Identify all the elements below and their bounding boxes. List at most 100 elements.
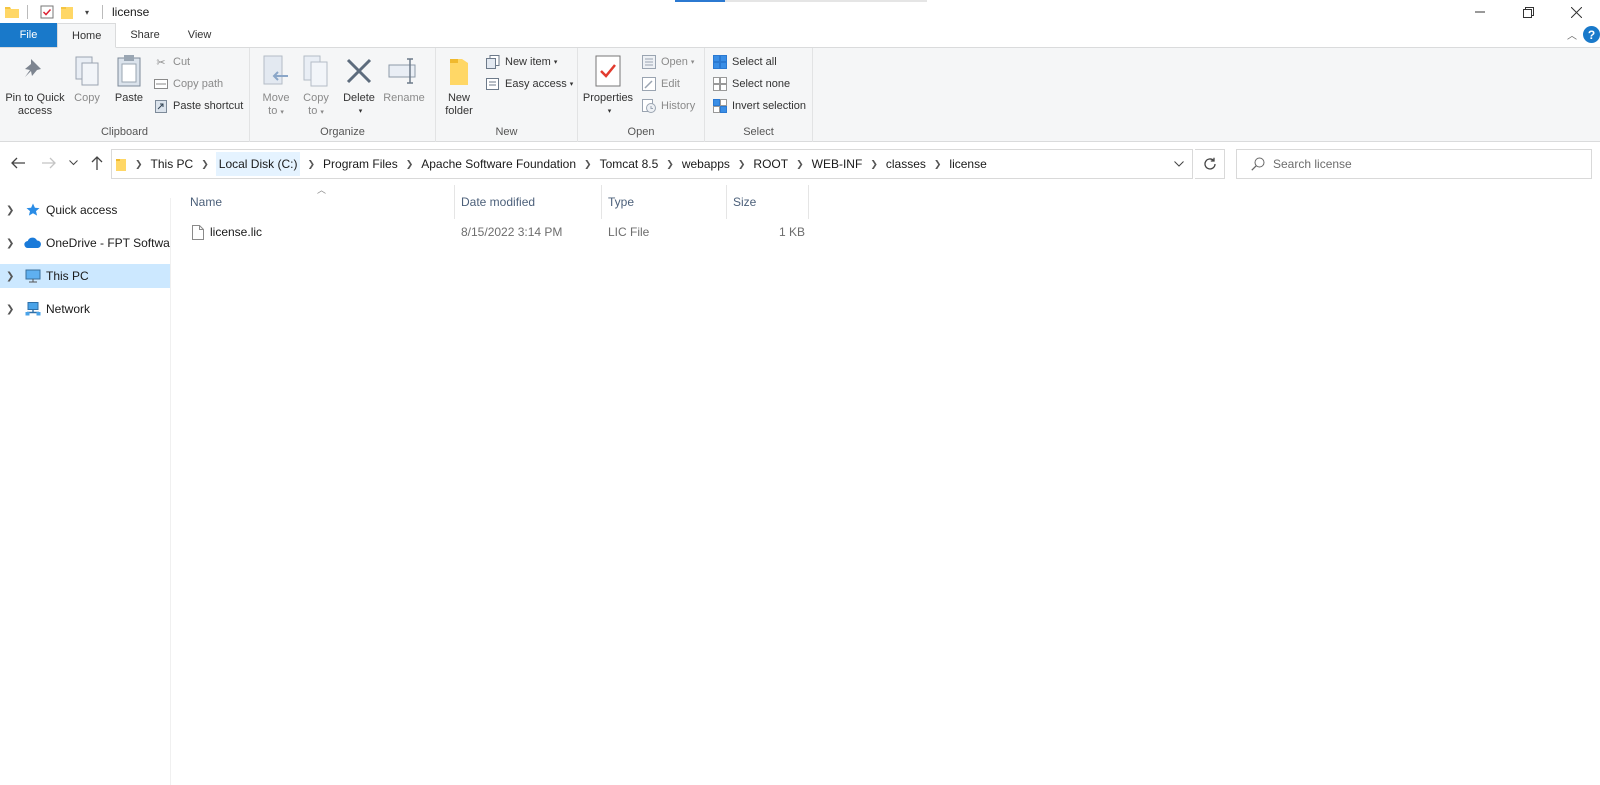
select-all-button[interactable]: Select all	[713, 52, 777, 72]
nav-item-quick-access[interactable]: ❯ Quick access	[0, 198, 170, 222]
breadcrumb-separator-icon[interactable]: ❯	[666, 159, 674, 170]
collapse-ribbon-chevron-icon[interactable]: ︿	[1567, 27, 1577, 42]
tab-home[interactable]: Home	[57, 23, 117, 48]
expand-chevron-icon[interactable]: ❯	[6, 238, 18, 249]
breadcrumb-tomcat[interactable]: Tomcat 8.5	[599, 157, 660, 171]
cut-button[interactable]: ✂ Cut	[154, 52, 190, 72]
column-header-name[interactable]: Name	[184, 185, 455, 219]
copy-icon	[70, 52, 104, 90]
breadcrumb-local-disk[interactable]: Local Disk (C:)	[215, 152, 301, 176]
table-row[interactable]: license.lic 8/15/2022 3:14 PM LIC File 1…	[184, 221, 805, 243]
column-header-type[interactable]: Type	[602, 185, 727, 219]
easy-access-button[interactable]: Easy access ▾	[486, 74, 573, 94]
open-button[interactable]: Open ▾	[642, 52, 694, 72]
move-to-button[interactable]: Move to ▾	[258, 52, 294, 119]
customize-toolbar-chevron-icon[interactable]: ▾	[79, 4, 95, 20]
address-history-chevron-icon[interactable]	[1166, 150, 1192, 178]
breadcrumb-separator-icon[interactable]: ❯	[584, 159, 592, 170]
breadcrumb-separator-icon[interactable]: ❯	[307, 159, 315, 170]
new-folder-button[interactable]: New folder	[442, 52, 476, 118]
refresh-button[interactable]	[1195, 149, 1225, 179]
organize-group-label: Organize	[320, 126, 365, 138]
ribbon-right-controls: ︿ ?	[1567, 26, 1600, 43]
copy-to-button[interactable]: Copy to ▾	[298, 52, 334, 119]
breadcrumb-separator-icon[interactable]: ❯	[738, 159, 746, 170]
breadcrumb: ❯ This PC ❯ Local Disk (C:) ❯ Program Fi…	[112, 150, 1166, 178]
breadcrumb-separator-icon[interactable]: ❯	[870, 159, 878, 170]
new-item-icon	[486, 55, 500, 69]
breadcrumb-classes[interactable]: classes	[885, 157, 927, 171]
breadcrumb-separator-icon[interactable]: ❯	[796, 159, 804, 170]
help-icon[interactable]: ?	[1583, 26, 1600, 43]
expand-chevron-icon[interactable]: ❯	[6, 271, 18, 282]
easy-access-label: Easy access	[505, 78, 567, 90]
breadcrumb-apache-software-foundation[interactable]: Apache Software Foundation	[420, 157, 577, 171]
breadcrumb-separator-icon[interactable]: ❯	[934, 159, 942, 170]
forward-button[interactable]	[39, 153, 59, 173]
paste-button[interactable]: Paste	[110, 52, 148, 105]
search-input[interactable]	[1273, 157, 1573, 171]
delete-dropdown-icon[interactable]: ▾	[359, 105, 363, 118]
breadcrumb-license[interactable]: license	[948, 157, 987, 171]
breadcrumb-web-inf[interactable]: WEB-INF	[811, 157, 864, 171]
column-header-date-modified[interactable]: Date modified	[455, 185, 602, 219]
tab-share[interactable]: Share	[116, 23, 173, 47]
expand-chevron-icon[interactable]: ❯	[6, 205, 18, 216]
divider	[102, 5, 103, 19]
breadcrumb-separator-icon[interactable]: ❯	[135, 159, 143, 170]
nav-label-network: Network	[46, 302, 91, 316]
nav-item-this-pc[interactable]: ❯ This PC	[0, 264, 170, 288]
move-to-label-line2: to ▾	[268, 105, 284, 117]
recent-locations-chevron-icon[interactable]	[66, 153, 80, 173]
folder-icon	[116, 157, 126, 171]
history-button[interactable]: History	[642, 96, 695, 116]
new-item-button[interactable]: New item ▾	[486, 52, 557, 72]
copy-path-icon	[154, 77, 168, 91]
properties-checkbox-icon[interactable]	[39, 4, 55, 20]
properties-button[interactable]: Properties ▾	[582, 52, 634, 118]
breadcrumb-root[interactable]: ROOT	[752, 157, 789, 171]
scissors-icon: ✂	[156, 56, 166, 69]
nav-item-network[interactable]: ❯ Network	[0, 297, 170, 321]
nav-item-onedrive[interactable]: ❯ OneDrive - FPT Softwa	[0, 231, 170, 255]
file-size: 1 KB	[778, 225, 805, 239]
breadcrumb-separator-icon[interactable]: ❯	[406, 159, 414, 170]
close-button[interactable]	[1552, 0, 1600, 24]
select-all-label: Select all	[732, 56, 777, 68]
easy-access-dropdown-icon: ▾	[569, 81, 574, 88]
select-none-label: Select none	[732, 78, 791, 90]
column-header-size[interactable]: Size	[727, 185, 809, 219]
copy-path-button[interactable]: Copy path	[154, 74, 223, 94]
pin-to-quick-access-button[interactable]: Pin to Quick access	[4, 52, 66, 118]
tab-file[interactable]: File	[0, 23, 57, 47]
file-date: 8/15/2022 3:14 PM	[461, 225, 563, 239]
breadcrumb-separator-icon[interactable]: ❯	[201, 159, 209, 170]
rename-button[interactable]: Rename	[382, 52, 426, 105]
delete-button[interactable]: Delete ▾	[340, 52, 378, 118]
properties-dropdown-icon[interactable]: ▾	[608, 105, 612, 118]
search-box[interactable]	[1236, 149, 1592, 179]
breadcrumb-webapps[interactable]: webapps	[681, 157, 731, 171]
group-clipboard: Pin to Quick access Copy Paste ✂ Cut Cop…	[0, 48, 250, 142]
back-button[interactable]	[8, 153, 28, 173]
edit-button[interactable]: Edit	[642, 74, 680, 94]
new-folder-icon[interactable]	[59, 4, 75, 20]
address-bar[interactable]: ❯ This PC ❯ Local Disk (C:) ❯ Program Fi…	[111, 149, 1193, 179]
restore-button[interactable]	[1504, 0, 1552, 24]
expand-chevron-icon[interactable]: ❯	[6, 304, 18, 315]
minimize-button[interactable]	[1456, 0, 1504, 24]
copy-button[interactable]: Copy	[70, 52, 104, 105]
invert-selection-button[interactable]: Invert selection	[713, 96, 806, 116]
pin-icon	[18, 52, 52, 90]
move-to-icon	[259, 52, 293, 90]
rename-icon	[387, 52, 421, 90]
tab-view[interactable]: View	[174, 23, 226, 47]
breadcrumb-program-files[interactable]: Program Files	[322, 157, 399, 171]
window-title: license	[112, 5, 150, 19]
breadcrumb-this-pc[interactable]: This PC	[150, 157, 195, 171]
paste-icon	[112, 52, 146, 90]
open-icon	[642, 55, 656, 69]
select-none-button[interactable]: Select none	[713, 74, 790, 94]
up-button[interactable]	[87, 153, 107, 173]
paste-shortcut-button[interactable]: Paste shortcut	[154, 96, 243, 116]
